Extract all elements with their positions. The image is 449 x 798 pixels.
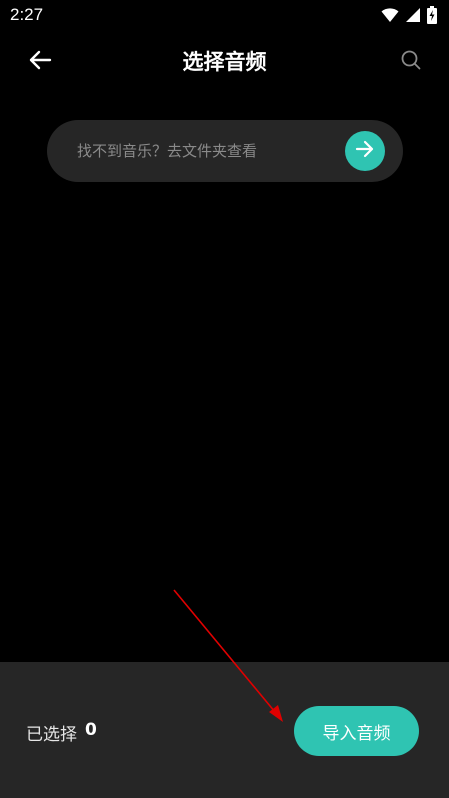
arrow-right-icon (355, 140, 375, 162)
status-time: 2:27 (10, 5, 44, 24)
open-folder-text: 找不到音乐？去文件夹查看 (77, 142, 258, 160)
open-folder-go-button[interactable] (345, 131, 385, 171)
wifi-icon (381, 7, 399, 27)
search-icon (401, 50, 421, 74)
top-bar: 选择音频 (0, 36, 449, 88)
status-icons (381, 6, 437, 28)
import-audio-button[interactable]: 导入音频 (294, 706, 419, 756)
bottom-panel: 已选择 0 导入音频 (0, 662, 449, 798)
search-button[interactable] (397, 48, 425, 76)
signal-icon (405, 7, 421, 27)
open-folder-link[interactable]: 找不到音乐？去文件夹查看 (47, 120, 403, 182)
battery-charging-icon (427, 6, 437, 28)
selected-count: 0 (85, 720, 97, 740)
status-bar: 2:27 (0, 0, 449, 30)
page-title: 选择音频 (182, 50, 267, 74)
selected-label: 已选择 (26, 725, 77, 745)
